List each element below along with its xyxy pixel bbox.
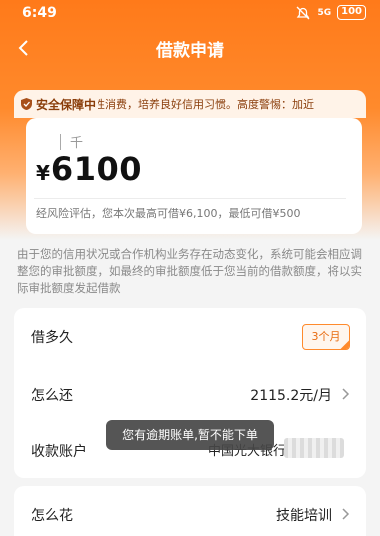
loan-term-badge[interactable]: 3个月 [302,324,350,350]
toast-message: 您有逾期账单,暂不能下单 [106,420,274,450]
divider [34,198,346,199]
safety-notice-head: 安全保障中 [14,95,99,113]
amount-limit-note: 经风险评估，您本次最高可借¥6,100，最低可借¥500 [36,207,301,220]
approval-description: 由于您的信用状况或合作机构业务存在动态变化，系统可能会相应调整您的审批额度，如最… [17,247,362,295]
signal-label: 5G [317,7,332,18]
chevron-right-icon [342,508,350,520]
loan-usage-card[interactable]: 怎么花 技能培训 [14,486,366,536]
receiving-account-label: 收款账户 [31,444,87,460]
input-cursor [60,134,61,150]
badge-corner-mark [340,340,349,349]
loan-usage-label: 怎么花 [31,508,73,524]
status-indicators: 5G 100 [295,5,366,20]
safety-notice-label: 安全保障中 [36,97,97,112]
currency-symbol: ¥ [36,161,50,185]
loan-usage-value: 技能培训 [276,508,332,524]
shield-icon [21,98,32,110]
amount-value[interactable]: 6100 [51,150,142,188]
status-bar: 6:49 5G 100 [0,0,380,28]
amount-unit-hint: 千 [70,136,84,151]
repayment-label: 怎么还 [31,388,73,404]
amount-input[interactable]: ¥ 6100 [36,150,142,188]
loan-amount-card[interactable]: 千 ¥ 6100 经风险评估，您本次最高可借¥6,100，最低可借¥500 [26,118,362,234]
loan-term-row[interactable]: 借多久 3个月 [14,308,366,364]
battery-indicator: 100 [337,5,366,20]
masked-account-number [284,438,344,458]
repayment-value: 2115.2元/月 [250,388,332,404]
chevron-right-icon [342,388,350,400]
safety-notice-banner: 安全保障中 倡理性消费，培养良好信用习惯。高度警惕：加近 [14,90,366,118]
loan-settings-card: 借多久 3个月 怎么还 2115.2元/月 收款账户 中国光大银行 [14,308,366,478]
page-title: 借款申请 [156,41,224,61]
status-time: 6:49 [22,5,57,21]
loan-term-value: 3个月 [311,330,341,343]
repayment-row[interactable]: 怎么还 2115.2元/月 [14,366,366,422]
mute-icon [297,6,310,19]
nav-bar: 借款申请 [0,28,380,68]
safety-notice-text: 倡理性消费，培养良好信用习惯。高度警惕：加近 [72,98,315,111]
loan-term-label: 借多久 [31,330,73,346]
